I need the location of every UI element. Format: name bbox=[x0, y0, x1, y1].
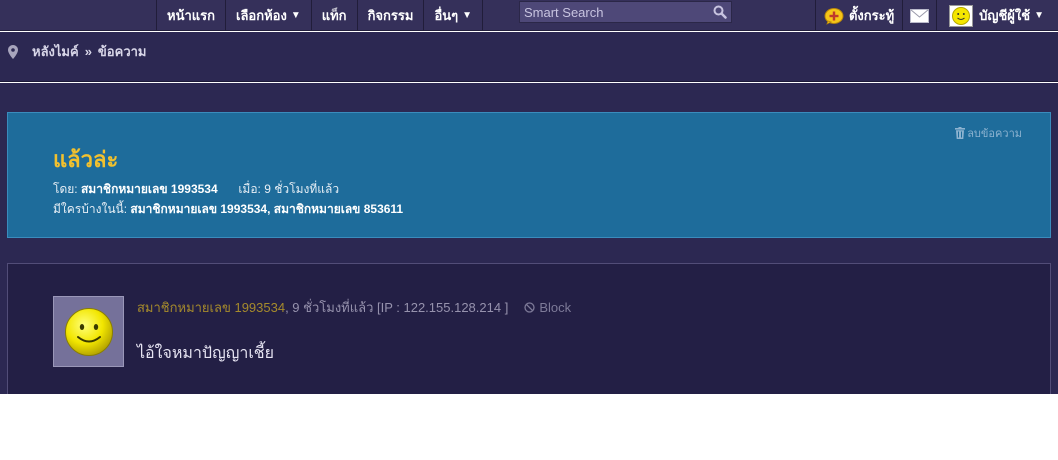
nav-activities[interactable]: กิจกรรม bbox=[358, 0, 425, 31]
topic-header: ลบข้อความ แล้วล่ะ โดย: สมาชิกหมายเลข 199… bbox=[7, 112, 1051, 238]
new-topic-label: ตั้งกระทู้ bbox=[848, 8, 895, 23]
nav-activities-label: กิจกรรม bbox=[367, 8, 414, 23]
nav-home-label: หน้าแรก bbox=[167, 8, 215, 23]
chevron-down-icon: ▼ bbox=[1034, 10, 1044, 21]
search-box bbox=[519, 1, 732, 23]
post-body: ไอ้ใจหมาปัญญาเชี้ย bbox=[137, 345, 275, 362]
user-nav: ตั้งกระทู้ บัญชีผู้ใช้ ▼ bbox=[814, 0, 1058, 31]
account-menu[interactable]: บัญชีผู้ใช้ ▼ bbox=[936, 0, 1058, 31]
breadcrumb: หลังไมค์ » ข้อความ bbox=[0, 32, 1058, 82]
nav-more[interactable]: อื่นๆ ▼ bbox=[424, 0, 484, 31]
when-label: เมื่อ: bbox=[238, 182, 261, 196]
participants-list: สมาชิกหมายเลข 1993534, สมาชิกหมายเลข 853… bbox=[130, 202, 404, 216]
block-label: Block bbox=[539, 300, 572, 315]
top-nav-bar: หน้าแรก เลือกห้อง▼ แท็ก กิจกรรม อื่นๆ▼ ต… bbox=[0, 0, 1058, 31]
search-icon[interactable] bbox=[709, 2, 731, 22]
nav-tags[interactable]: แท็ก bbox=[312, 0, 358, 31]
topic-time: 9 ชั่วโมงที่แล้ว bbox=[264, 182, 340, 196]
block-button[interactable]: Block bbox=[524, 300, 571, 315]
breadcrumb-current[interactable]: ข้อความ bbox=[98, 41, 147, 62]
post-author-link[interactable]: สมาชิกหมายเลข 1993534 bbox=[137, 297, 285, 318]
breadcrumb-separator: » bbox=[84, 44, 92, 59]
post-meta: สมาชิกหมายเลข 1993534 , 9 ชั่วโมงที่แล้ว… bbox=[137, 297, 571, 318]
nav-select-room[interactable]: เลือกห้อง ▼ bbox=[226, 0, 312, 31]
avatar bbox=[949, 4, 974, 27]
account-label: บัญชีผู้ใช้ bbox=[979, 8, 1031, 23]
topic-meta: โดย: สมาชิกหมายเลข 1993534 เมื่อ: 9 ชั่ว… bbox=[53, 180, 339, 199]
mail-icon bbox=[910, 8, 930, 23]
nav-home[interactable]: หน้าแรก bbox=[157, 0, 226, 31]
breadcrumb-home-link[interactable]: หลังไมค์ bbox=[32, 41, 79, 62]
main-menu: หน้าแรก เลือกห้อง ▼ แท็ก กิจกรรม อื่นๆ ▼ bbox=[156, 0, 484, 31]
blank-area bbox=[0, 394, 1058, 460]
avatar[interactable] bbox=[53, 296, 124, 367]
message-post: สมาชิกหมายเลข 1993534 , 9 ชั่วโมงที่แล้ว… bbox=[7, 263, 1051, 403]
chevron-down-icon: ▼ bbox=[462, 10, 473, 21]
block-icon bbox=[524, 302, 535, 313]
page-title: แล้วล่ะ bbox=[53, 147, 119, 172]
new-topic-button[interactable]: ตั้งกระทู้ bbox=[814, 0, 902, 31]
topic-author[interactable]: สมาชิกหมายเลข 1993534 bbox=[81, 182, 218, 196]
chevron-down-icon: ▼ bbox=[290, 10, 301, 21]
nav-tags-label: แท็ก bbox=[321, 8, 347, 23]
nav-more-label: อื่นๆ bbox=[434, 8, 459, 23]
post-time-ip: , 9 ชั่วโมงที่แล้ว [IP : 122.155.128.214… bbox=[285, 300, 509, 315]
search-input[interactable] bbox=[520, 2, 709, 22]
trash-icon bbox=[955, 127, 966, 139]
nav-select-room-label: เลือกห้อง bbox=[236, 8, 287, 23]
location-pin-icon bbox=[8, 44, 18, 59]
delete-message-label: ลบข้อความ bbox=[967, 128, 1022, 140]
participants-label: มีใครบ้างในนี้: bbox=[53, 202, 128, 216]
participants-line: มีใครบ้างในนี้: สมาชิกหมายเลข 1993534, ส… bbox=[53, 200, 403, 219]
messages-button[interactable] bbox=[902, 0, 936, 31]
by-label: โดย: bbox=[53, 182, 78, 196]
delete-message-button[interactable]: ลบข้อความ bbox=[955, 124, 1022, 142]
add-topic-icon bbox=[824, 7, 844, 25]
